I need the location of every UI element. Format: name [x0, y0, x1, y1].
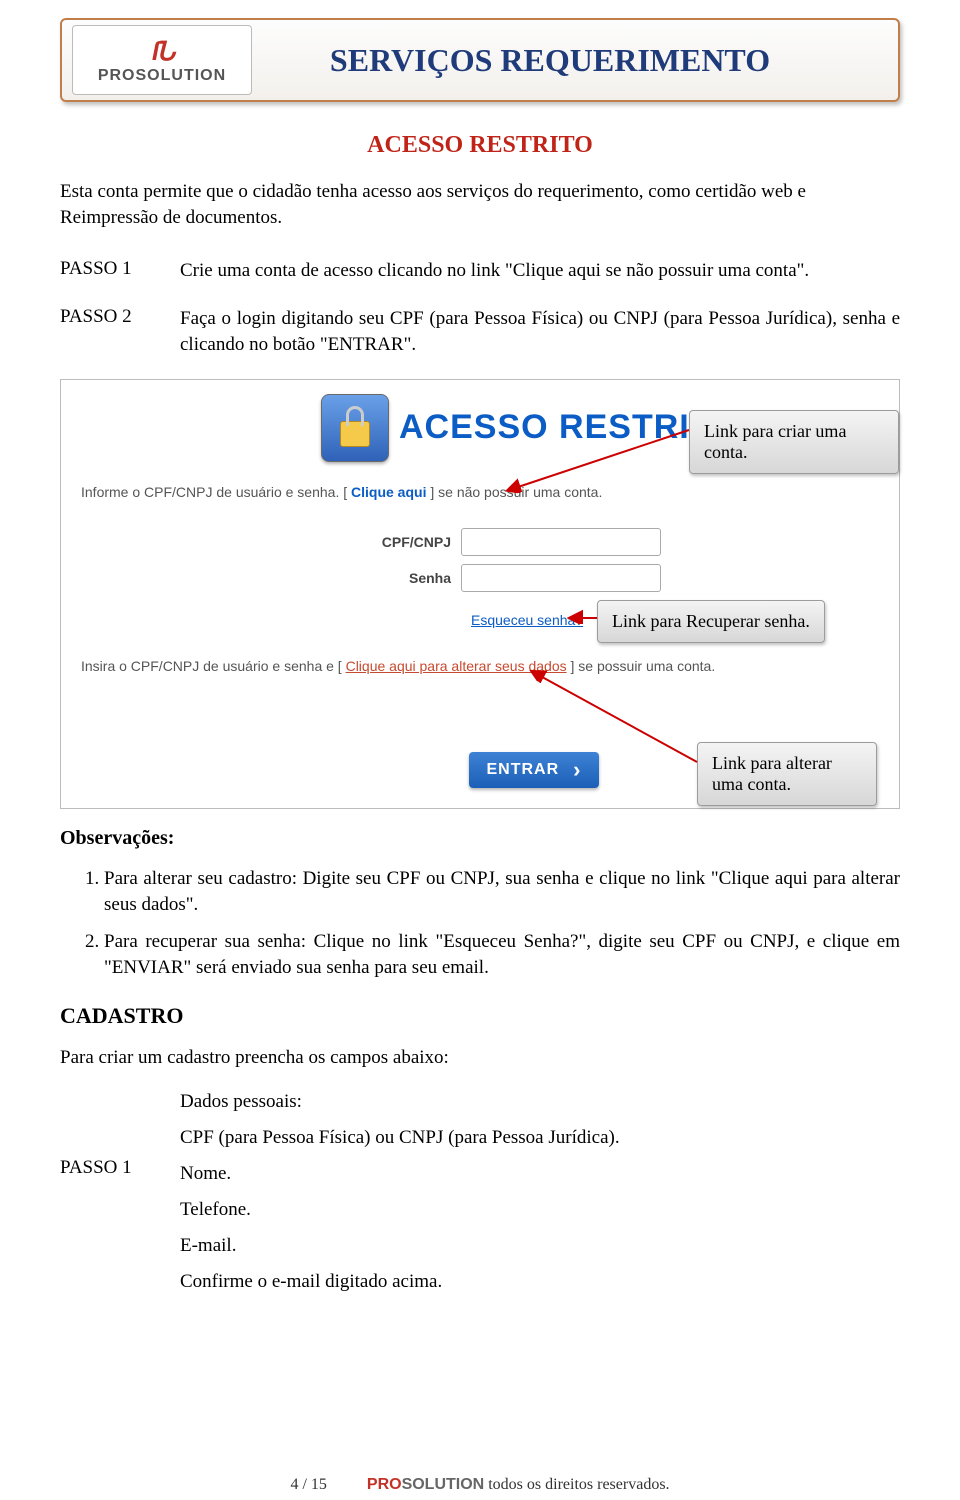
forgot-password-link[interactable]: Esqueceu senha? [471, 612, 583, 628]
callout-create-account: Link para criar uma conta. [689, 410, 899, 474]
callout-recover-password: Link para Recuperar senha. [597, 600, 825, 643]
step2-text: Faça o login digitando seu CPF (para Pes… [180, 306, 900, 357]
entrar-button[interactable]: ENTRAR [469, 752, 599, 788]
header-title: SERVIÇOS REQUERIMENTO [262, 42, 898, 79]
intro-text: Esta conta permite que o cidadão tenha a… [60, 179, 900, 230]
cadastro-line-2: CPF (para Pessoa Física) ou CNPJ (para P… [180, 1127, 620, 1149]
brand-logo: ſՆ PROSOLUTION [72, 25, 252, 95]
cadastro-line-4: Telefone. [180, 1199, 620, 1221]
observation-2: Para recuperar sua senha: Clique no link… [104, 929, 900, 980]
login-instruction-2: Insira o CPF/CNPJ de usuário e senha e [… [81, 658, 715, 674]
cadastro-step-label: PASSO 1 [60, 1091, 180, 1307]
cpf-input[interactable] [461, 528, 661, 556]
cpf-label: CPF/CNPJ [382, 534, 451, 550]
login-instruction-1: Informe o CPF/CNPJ de usuário e senha. [… [81, 484, 602, 500]
cadastro-line-6: Confirme o e-mail digitado acima. [180, 1271, 620, 1293]
step1-text: Crie uma conta de acesso clicando no lin… [180, 258, 900, 284]
cadastro-line-1: Dados pessoais: [180, 1091, 620, 1113]
logo-swoosh-icon: ſՆ [152, 36, 172, 67]
alter-data-link[interactable]: Clique aqui para alterar seus dados [346, 658, 567, 674]
section-title: ACESSO RESTRITO [60, 132, 900, 159]
cadastro-intro: Para criar um cadastro preencha os campo… [60, 1047, 900, 1069]
senha-input[interactable] [461, 564, 661, 592]
lock-icon [321, 394, 389, 462]
cadastro-line-3: Nome. [180, 1163, 620, 1185]
cadastro-line-5: E-mail. [180, 1235, 620, 1257]
login-title: ACESSO RESTRITO [399, 408, 738, 447]
login-screenshot: ACESSO RESTRITO Informe o CPF/CNPJ de us… [60, 379, 900, 809]
step2-label: PASSO 2 [60, 306, 180, 357]
observation-1: Para alterar seu cadastro: Digite seu CP… [104, 866, 900, 917]
logo-brand-text: PROSOLUTION [98, 67, 226, 85]
cadastro-title: CADASTRO [60, 1003, 900, 1029]
observations-title: Observações: [60, 827, 900, 850]
page-number: 4 / 15 [290, 1476, 326, 1493]
page-footer: 4 / 15 PROSOLUTION todos os direitos res… [0, 1476, 960, 1494]
step1-label: PASSO 1 [60, 258, 180, 284]
callout-alter-account: Link para alterar uma conta. [697, 742, 877, 806]
create-account-link[interactable]: Clique aqui [351, 484, 426, 500]
senha-label: Senha [409, 570, 451, 586]
document-header: ſՆ PROSOLUTION SERVIÇOS REQUERIMENTO [60, 18, 900, 102]
